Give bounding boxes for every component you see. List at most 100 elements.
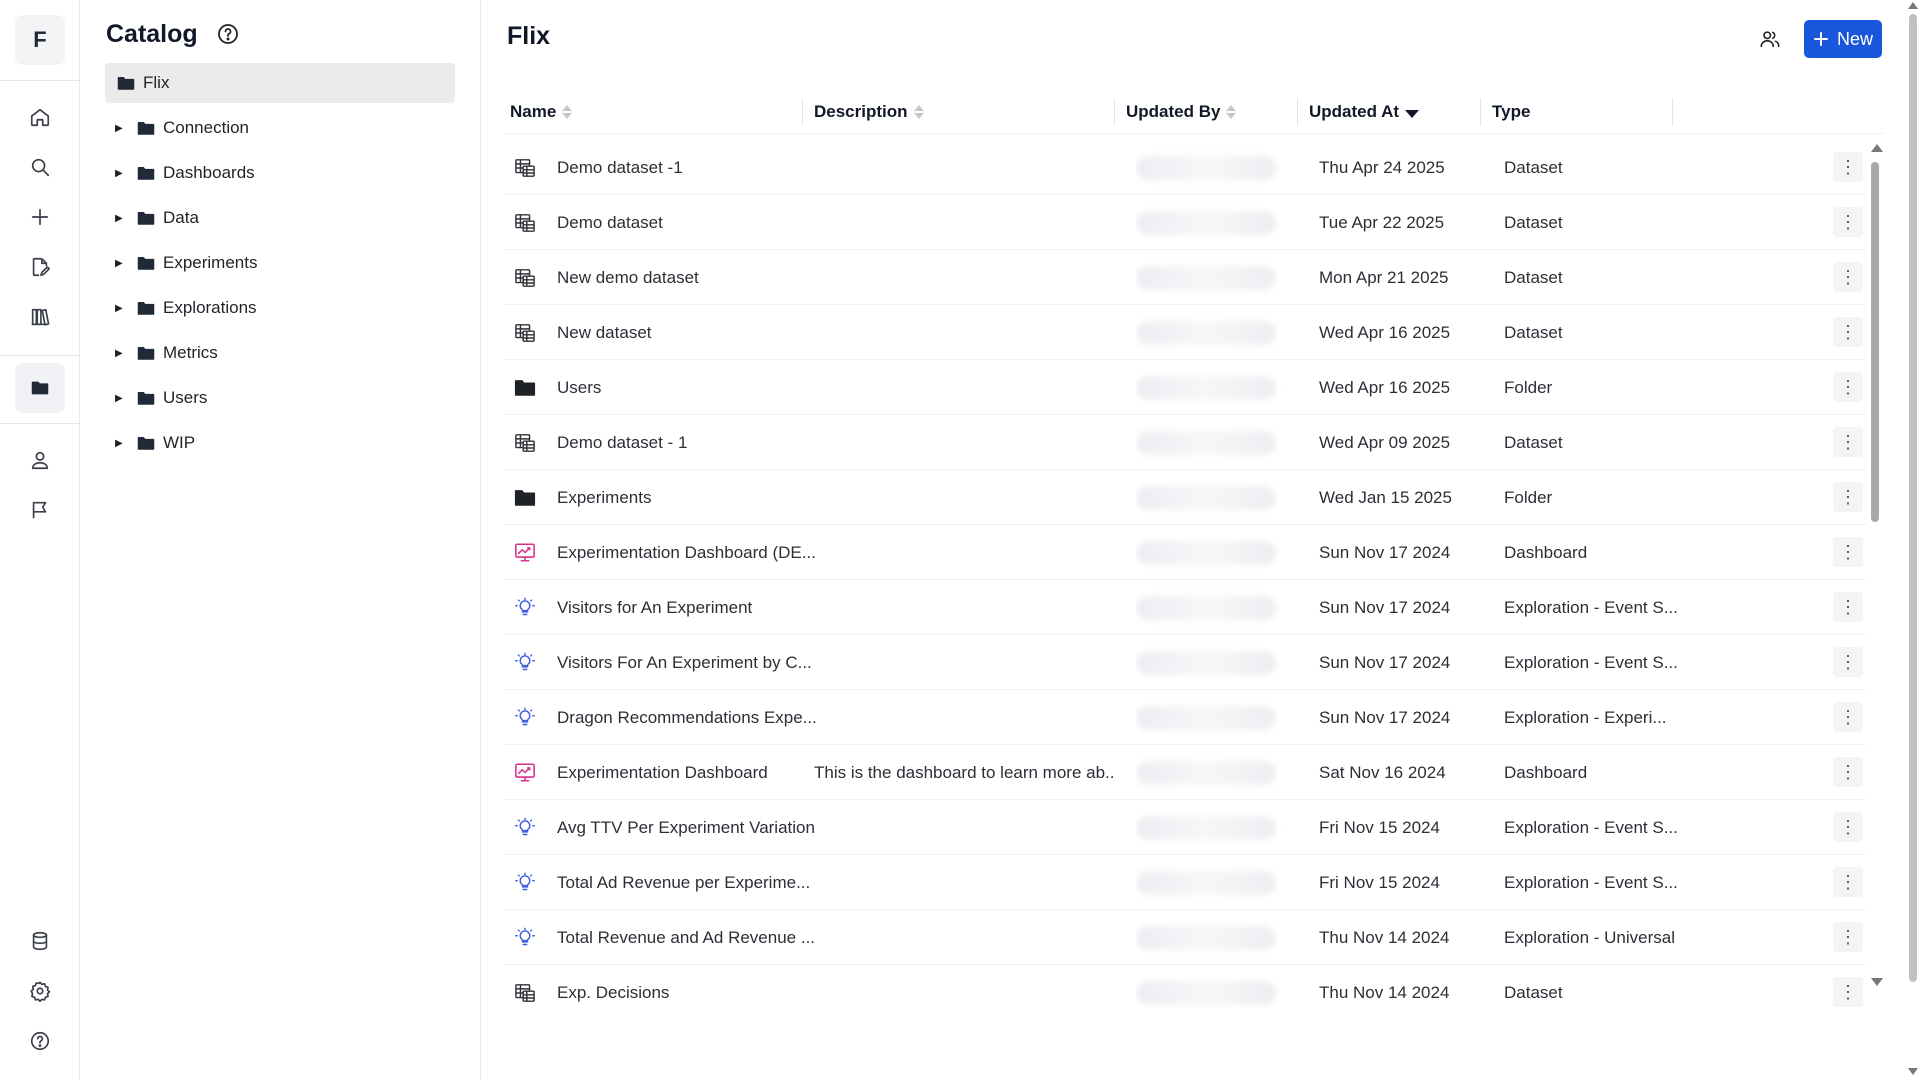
row-actions-menu-button[interactable]: ⋮ [1833,427,1863,457]
row-name[interactable]: Total Ad Revenue per Experime... [557,855,827,910]
row-actions-menu-button[interactable]: ⋮ [1833,262,1863,292]
table-row[interactable]: Demo dataset Tue Apr 22 2025 Dataset ⋮ [504,195,1866,250]
share-button[interactable] [1755,24,1785,54]
table-row[interactable]: Visitors for An Experiment Sun Nov 17 202… [504,580,1866,635]
tree-root-flix[interactable]: Flix [105,63,455,103]
row-actions-menu-button[interactable]: ⋮ [1833,922,1863,952]
new-button[interactable]: New [1804,20,1882,58]
row-name[interactable]: Demo dataset [557,195,827,250]
nav-home[interactable] [15,92,65,142]
row-actions-menu-button[interactable]: ⋮ [1833,812,1863,842]
tree-folder-data[interactable]: ▶ Data [105,198,455,238]
expand-caret-icon[interactable]: ▶ [115,213,125,224]
workspace-logo[interactable]: F [15,15,65,65]
dataset-table-icon [515,983,535,1002]
column-header-updated-by[interactable]: Updated By [1126,90,1237,134]
table-row[interactable]: New demo dataset Mon Apr 21 2025 Dataset ⋮ [504,250,1866,305]
expand-caret-icon[interactable]: ▶ [115,168,125,179]
tree-folder-wip[interactable]: ▶ WIP [105,423,455,463]
nav-library[interactable] [15,292,65,342]
expand-caret-icon[interactable]: ▶ [115,438,125,449]
scrollbar-thumb[interactable] [1871,162,1879,522]
table-row[interactable]: Dragon Recommendations Expe... Sun Nov 17… [504,690,1866,745]
row-actions-menu-button[interactable]: ⋮ [1833,592,1863,622]
column-header-description[interactable]: Description [814,90,924,134]
nav-users[interactable] [15,435,65,485]
row-name[interactable]: New demo dataset [557,250,827,305]
row-actions-menu-button[interactable]: ⋮ [1833,702,1863,732]
row-name[interactable]: Demo dataset - 1 [557,415,827,470]
row-actions-menu-button[interactable]: ⋮ [1833,317,1863,347]
row-name[interactable]: Experimentation Dashboard [557,745,827,800]
table-row[interactable]: Avg TTV Per Experiment Variation Fri Nov … [504,800,1866,855]
row-actions-menu-button[interactable]: ⋮ [1833,482,1863,512]
scroll-up-arrow[interactable] [1871,144,1883,152]
scroll-down-arrow[interactable] [1908,1068,1918,1075]
nav-settings[interactable] [15,966,65,1016]
table-row[interactable]: Experimentation Dashboard (DE... Sun Nov … [504,525,1866,580]
table-row[interactable]: Experimentation Dashboard This is the das… [504,745,1866,800]
scroll-up-arrow[interactable] [1908,2,1918,9]
row-name[interactable]: Total Revenue and Ad Revenue ... [557,910,827,965]
scroll-down-arrow[interactable] [1871,978,1883,986]
row-actions-menu-button[interactable]: ⋮ [1833,152,1863,182]
column-header-name[interactable]: Name [510,90,573,134]
table-row[interactable]: Total Ad Revenue per Experime... Fri Nov … [504,855,1866,910]
table-row[interactable]: Experiments Wed Jan 15 2025 Folder ⋮ [504,470,1866,525]
nav-editor[interactable] [15,242,65,292]
row-name[interactable]: New dataset [557,305,827,360]
tree-folder-connection[interactable]: ▶ Connection [105,108,455,148]
row-actions-menu-button[interactable]: ⋮ [1833,647,1863,677]
tree-folder-experiments[interactable]: ▶ Experiments [105,243,455,283]
sort-icon [1226,105,1237,119]
help-icon[interactable] [216,22,240,46]
tree-folder-dashboards[interactable]: ▶ Dashboards [105,153,455,193]
row-name[interactable]: Experimentation Dashboard (DE... [557,525,827,580]
column-header-updated-at[interactable]: Updated At [1309,90,1420,134]
row-actions-menu-button[interactable]: ⋮ [1833,757,1863,787]
table-row[interactable]: Visitors For An Experiment by C... Sun No… [504,635,1866,690]
row-actions-menu-button[interactable]: ⋮ [1833,867,1863,897]
row-name[interactable]: Visitors for An Experiment [557,580,827,635]
nav-feedback[interactable] [15,485,65,535]
table-row[interactable]: Demo dataset - 1 Wed Apr 09 2025 Dataset ⋮ [504,415,1866,470]
expand-caret-icon[interactable]: ▶ [115,393,125,404]
tree-folder-label: Users [163,388,208,407]
row-actions-menu-button[interactable]: ⋮ [1833,207,1863,237]
table-row[interactable]: Exp. Decisions Thu Nov 14 2024 Dataset ⋮ [504,965,1866,1008]
row-actions-menu-button[interactable]: ⋮ [1833,372,1863,402]
table-row[interactable]: Demo dataset -1 Thu Apr 24 2025 Dataset ⋮ [504,140,1866,195]
expand-caret-icon[interactable]: ▶ [115,348,125,359]
tree-folder-users[interactable]: ▶ Users [105,378,455,418]
row-name[interactable]: Dragon Recommendations Expe... [557,690,827,745]
row-name[interactable]: Users [557,360,827,415]
row-name[interactable]: Experiments [557,470,827,525]
row-updated-at: Wed Apr 16 2025 [1319,322,1451,342]
row-name[interactable]: Demo dataset -1 [557,140,827,195]
tree-folder-metrics[interactable]: ▶ Metrics [105,333,455,373]
redacted-user [1136,870,1276,895]
tree-folder-explorations[interactable]: ▶ Explorations [105,288,455,328]
table-row[interactable]: Users Wed Apr 16 2025 Folder ⋮ [504,360,1866,415]
scrollbar-thumb[interactable] [1909,14,1917,982]
table-row[interactable]: New dataset Wed Apr 16 2025 Dataset ⋮ [504,305,1866,360]
nav-catalog[interactable] [15,363,65,413]
expand-caret-icon[interactable]: ▶ [115,123,125,134]
nav-data[interactable] [15,916,65,966]
nav-search[interactable] [15,142,65,192]
expand-caret-icon[interactable]: ▶ [115,258,125,269]
row-updated-at: Sun Nov 17 2024 [1319,542,1451,562]
page-scrollbar[interactable] [1905,0,1920,1080]
row-name[interactable]: Visitors For An Experiment by C... [557,635,827,690]
table-row[interactable]: Total Revenue and Ad Revenue ... Thu Nov … [504,910,1866,965]
row-actions-menu-button[interactable]: ⋮ [1833,977,1863,1007]
nav-help[interactable] [15,1016,65,1066]
row-actions-menu-button[interactable]: ⋮ [1833,537,1863,567]
expand-caret-icon[interactable]: ▶ [115,303,125,314]
nav-create[interactable] [15,192,65,242]
column-header-type[interactable]: Type [1492,90,1530,134]
column-divider [802,98,803,126]
row-name[interactable]: Exp. Decisions [557,965,827,1008]
row-name[interactable]: Avg TTV Per Experiment Variation [557,800,827,855]
table-scrollbar[interactable] [1868,140,1883,990]
